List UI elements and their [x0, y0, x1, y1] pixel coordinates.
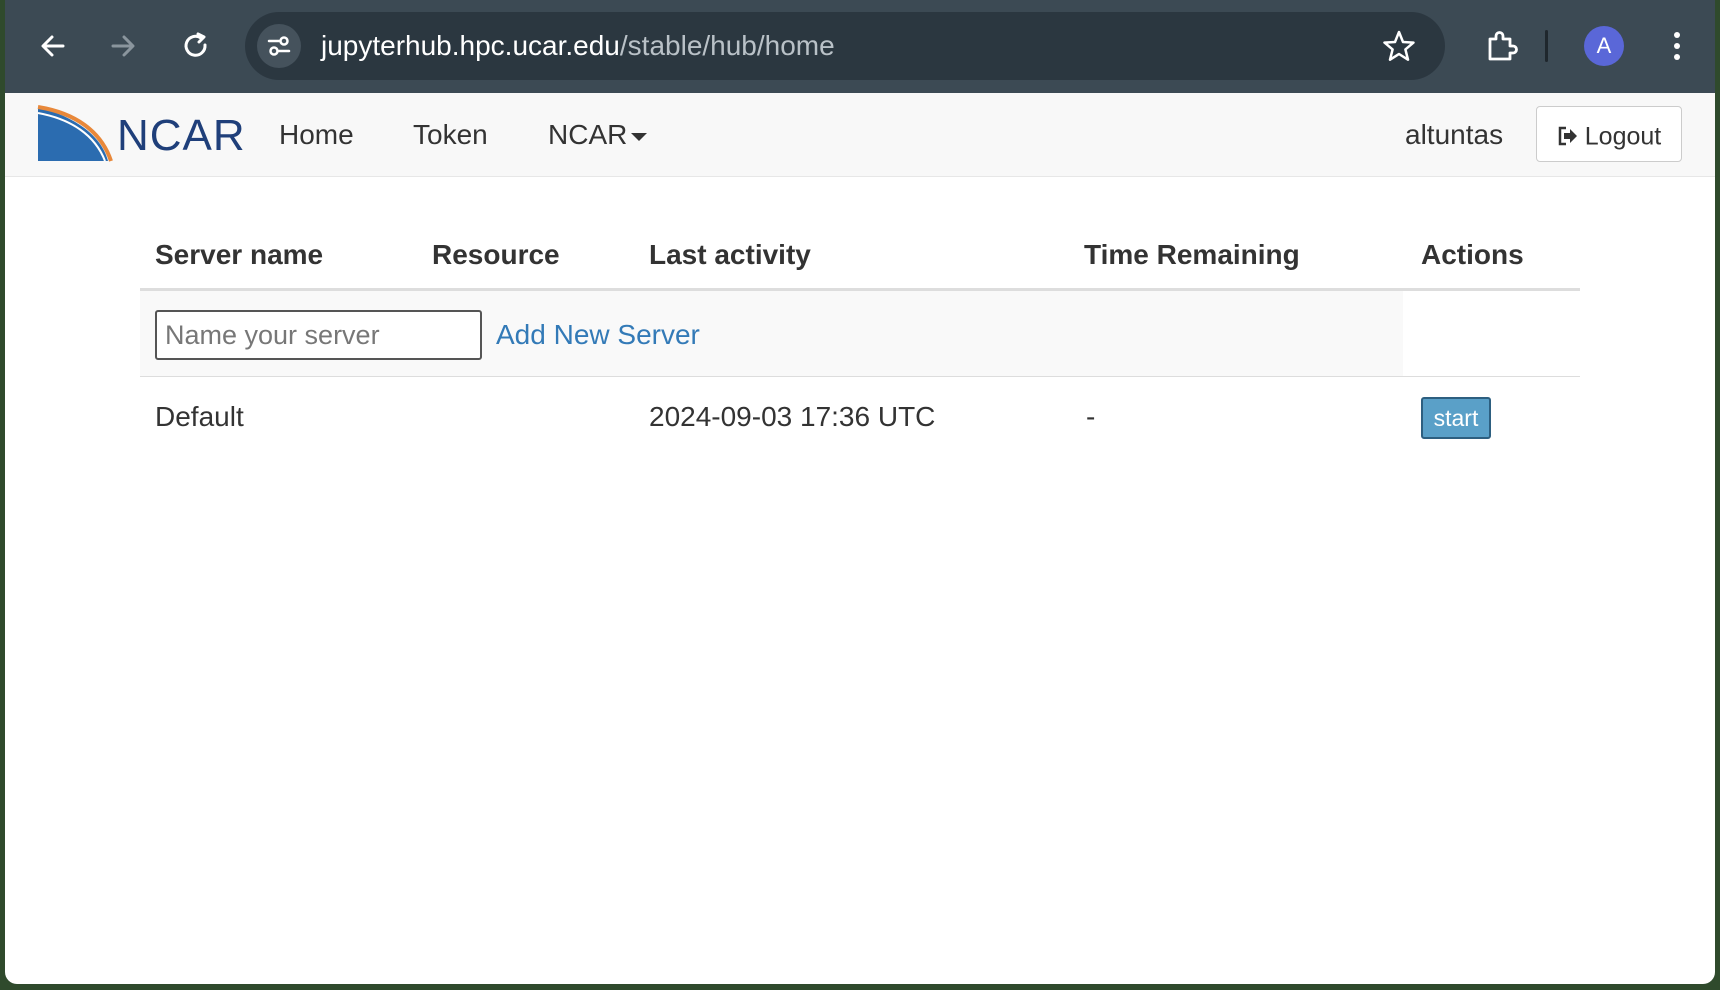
sign-out-icon [1558, 127, 1577, 146]
url-text[interactable]: jupyterhub.hpc.ucar.edu/stable/hub/home [321, 12, 835, 80]
browser-window: jupyterhub.hpc.ucar.edu/stable/hub/home … [5, 0, 1715, 984]
nav-ncar-label: NCAR [548, 119, 628, 150]
address-bar[interactable]: jupyterhub.hpc.ucar.edu/stable/hub/home [245, 12, 1445, 80]
nav-token[interactable]: Token [413, 93, 488, 176]
logo-text: NCAR [117, 111, 246, 160]
back-arrow-icon[interactable] [27, 20, 79, 72]
site-settings-icon[interactable] [257, 24, 301, 68]
row-server-name: Default [155, 401, 244, 432]
forward-arrow-icon[interactable] [97, 20, 149, 72]
star-icon[interactable] [1381, 28, 1417, 64]
header-resource: Resource [432, 239, 560, 270]
logout-label: Logout [1584, 122, 1662, 151]
server-name-input[interactable] [155, 310, 482, 360]
logout-button[interactable]: Logout [1536, 106, 1682, 162]
ncar-logo-mark [37, 105, 113, 162]
ncar-logo[interactable]: NCAR [35, 105, 250, 163]
url-host: jupyterhub.hpc.ucar.edu [321, 30, 620, 61]
username: altuntas [1405, 119, 1504, 150]
browser-toolbar: jupyterhub.hpc.ucar.edu/stable/hub/home … [5, 0, 1715, 93]
row-time-remaining: - [1086, 401, 1096, 432]
reload-icon[interactable] [170, 20, 222, 72]
extensions-icon[interactable] [1475, 20, 1527, 72]
header-actions: Actions [1421, 239, 1524, 270]
nav-home[interactable]: Home [279, 93, 354, 176]
start-server-button[interactable]: start [1421, 397, 1491, 439]
kebab-menu-icon[interactable] [1651, 20, 1703, 72]
row-last-activity: 2024-09-03 17:36 UTC [649, 401, 936, 432]
url-path: /stable/hub/home [619, 30, 835, 61]
add-new-server-link[interactable]: Add New Server [496, 310, 700, 360]
header-server-name: Server name [155, 239, 324, 270]
row-divider [140, 376, 1580, 377]
header-last-activity: Last activity [649, 239, 811, 270]
header-time-remaining: Time Remaining [1084, 239, 1300, 270]
profile-avatar[interactable]: A [1584, 26, 1624, 66]
hub-navbar: NCAR Home Token NCAR altuntas Logout [5, 93, 1715, 177]
toolbar-separator [1545, 30, 1548, 62]
caret-down-icon [631, 132, 648, 141]
nav-ncar-dropdown[interactable]: NCAR [548, 93, 648, 176]
